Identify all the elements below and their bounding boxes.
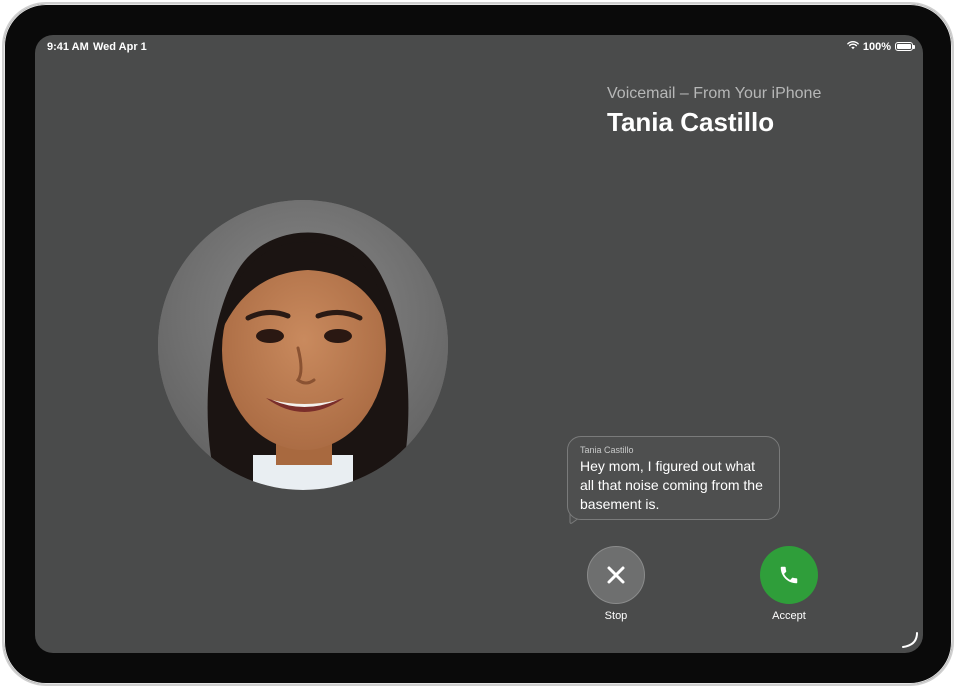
battery-icon <box>895 42 915 51</box>
stop-label: Stop <box>604 610 628 622</box>
status-time: 9:41 AM <box>47 41 89 53</box>
wifi-icon <box>847 40 859 53</box>
phone-icon <box>780 566 798 584</box>
accept-label: Accept <box>772 610 806 622</box>
battery-percent: 100% <box>862 40 891 53</box>
status-bar: 9:41 AM Wed Apr 1 100% <box>35 35 923 59</box>
call-screen: 9:41 AM Wed Apr 1 100% Voicemail – From … <box>35 35 923 653</box>
caller-avatar <box>158 200 448 490</box>
corner-resize-icon <box>902 632 918 648</box>
caller-name: Tania Castillo <box>607 107 775 137</box>
close-icon <box>607 566 625 584</box>
status-indicators: 100% <box>847 40 915 53</box>
accept-button[interactable] <box>760 546 818 604</box>
status-date: Wed Apr 1 <box>93 41 147 53</box>
transcript-text: Hey mom, I figured out what all that noi… <box>580 458 763 512</box>
transcript-sender: Tania Castillo <box>580 445 634 455</box>
voicemail-transcript-bubble: Tania Castillo Hey mom, I figured out wh… <box>567 436 780 520</box>
battery-fill <box>897 44 911 49</box>
accept-action: Accept <box>749 546 829 622</box>
stop-button[interactable] <box>587 546 645 604</box>
stop-action: Stop <box>576 546 656 622</box>
call-subtitle: Voicemail – From Your iPhone <box>607 85 822 102</box>
